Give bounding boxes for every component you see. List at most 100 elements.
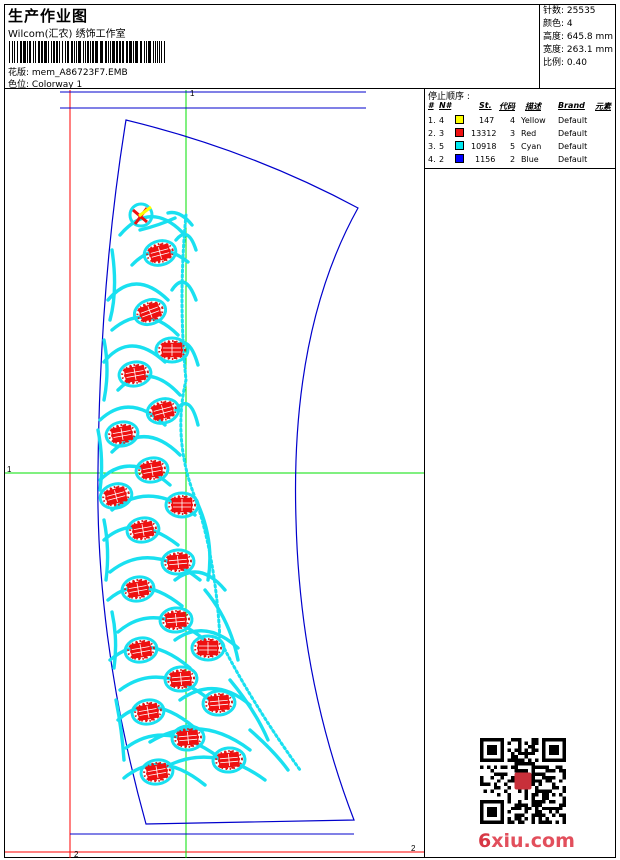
qr-module bbox=[545, 765, 549, 769]
barcode-bar bbox=[33, 41, 34, 63]
qr-module bbox=[507, 758, 511, 763]
qr-module bbox=[559, 768, 563, 773]
qr-module bbox=[517, 817, 522, 821]
qr-module bbox=[504, 765, 508, 769]
qr-module bbox=[514, 806, 518, 811]
qr-module bbox=[517, 744, 522, 749]
qr-module bbox=[504, 772, 508, 776]
row-code: 3 bbox=[510, 129, 516, 138]
qr-module bbox=[521, 758, 525, 763]
barcode-bar bbox=[116, 41, 118, 63]
barcode-bar bbox=[159, 41, 160, 63]
qr-module bbox=[531, 799, 536, 804]
stop-sequence-panel: 停止顺序 : # N# St. 代码 描述 Brand 元素 1. 4 147 … bbox=[424, 89, 616, 169]
qr-module bbox=[541, 799, 546, 804]
barcode-bar bbox=[23, 41, 26, 63]
barcode-bar bbox=[146, 41, 147, 63]
barcode-bar bbox=[140, 41, 142, 63]
barcode-bar bbox=[12, 41, 13, 63]
qr-module bbox=[510, 779, 515, 783]
page-title: 生产作业图 bbox=[8, 7, 89, 25]
qr-module bbox=[510, 820, 515, 824]
qr-module bbox=[531, 796, 536, 800]
row-needle: 4 bbox=[439, 116, 445, 125]
qr-module bbox=[535, 799, 539, 804]
qr-module bbox=[562, 789, 566, 794]
qr-module bbox=[517, 738, 522, 742]
qr-module bbox=[510, 775, 515, 780]
qr-module bbox=[486, 765, 491, 769]
qr-module bbox=[524, 810, 529, 814]
qr-module bbox=[507, 799, 511, 804]
qr-module bbox=[545, 789, 549, 794]
qr-module bbox=[535, 803, 539, 807]
qr-module bbox=[562, 799, 566, 804]
row-seq: 4. bbox=[428, 155, 436, 164]
qr-module bbox=[538, 799, 542, 804]
qr-module bbox=[528, 744, 532, 749]
qr-module bbox=[480, 765, 484, 769]
qr-module bbox=[545, 775, 549, 780]
qr-module bbox=[524, 748, 529, 752]
qr-module bbox=[559, 793, 563, 797]
qr-module bbox=[538, 779, 542, 783]
qr-module bbox=[562, 786, 566, 790]
qr-module bbox=[497, 786, 501, 790]
qr-module bbox=[490, 775, 494, 780]
barcode-bar bbox=[71, 41, 73, 63]
qr-module bbox=[541, 775, 546, 780]
qr-module bbox=[493, 786, 498, 790]
qr-module bbox=[531, 817, 536, 821]
qr-module bbox=[521, 813, 525, 818]
qr-module bbox=[552, 786, 556, 790]
qr-module bbox=[562, 803, 566, 807]
qr-module bbox=[548, 810, 553, 814]
qr-module bbox=[538, 803, 542, 807]
qr-module bbox=[490, 789, 494, 794]
qr-module bbox=[507, 748, 511, 752]
qr-module bbox=[559, 806, 563, 811]
qr-module bbox=[528, 806, 532, 811]
row-code: 5 bbox=[510, 142, 516, 151]
row-needle: 5 bbox=[439, 142, 445, 151]
qr-module bbox=[538, 820, 542, 824]
qr-module bbox=[514, 762, 518, 766]
qr-module bbox=[531, 738, 536, 742]
design-scale: 比例: 0.40 bbox=[543, 58, 587, 68]
qr-module bbox=[524, 803, 529, 807]
qr-module bbox=[480, 782, 484, 787]
barcode-bar bbox=[122, 41, 124, 63]
qr-module bbox=[545, 820, 549, 824]
barcode-bar bbox=[51, 41, 52, 63]
qr-module bbox=[535, 779, 539, 783]
row-stitches: 13312 bbox=[471, 129, 497, 138]
qr-module bbox=[545, 806, 549, 811]
qr-module bbox=[555, 806, 560, 811]
qr-module bbox=[524, 751, 529, 756]
qr-module bbox=[531, 748, 536, 752]
qr-module bbox=[514, 803, 518, 807]
qr-module bbox=[517, 762, 522, 766]
row-stitches: 10918 bbox=[471, 142, 497, 151]
qr-module bbox=[555, 810, 560, 814]
barcode-bar bbox=[56, 41, 58, 63]
qr-module bbox=[548, 779, 553, 783]
qr-module bbox=[528, 762, 532, 766]
color-swatch bbox=[455, 154, 464, 163]
barcode-bar bbox=[90, 41, 91, 63]
row-brand: Default bbox=[558, 129, 588, 138]
qr-module bbox=[552, 775, 556, 780]
barcode-bar bbox=[129, 41, 132, 63]
qr-module bbox=[497, 779, 501, 783]
qr-module bbox=[541, 820, 546, 824]
qr-module bbox=[535, 772, 539, 776]
qr-module bbox=[510, 806, 515, 811]
qr-module bbox=[548, 775, 553, 780]
qr-module bbox=[562, 772, 566, 776]
qr-module bbox=[524, 762, 529, 766]
qr-module bbox=[535, 806, 539, 811]
barcode-bar bbox=[48, 41, 49, 63]
qr-module bbox=[541, 796, 546, 800]
barcode-bar bbox=[27, 41, 28, 63]
qr-module bbox=[562, 768, 566, 773]
